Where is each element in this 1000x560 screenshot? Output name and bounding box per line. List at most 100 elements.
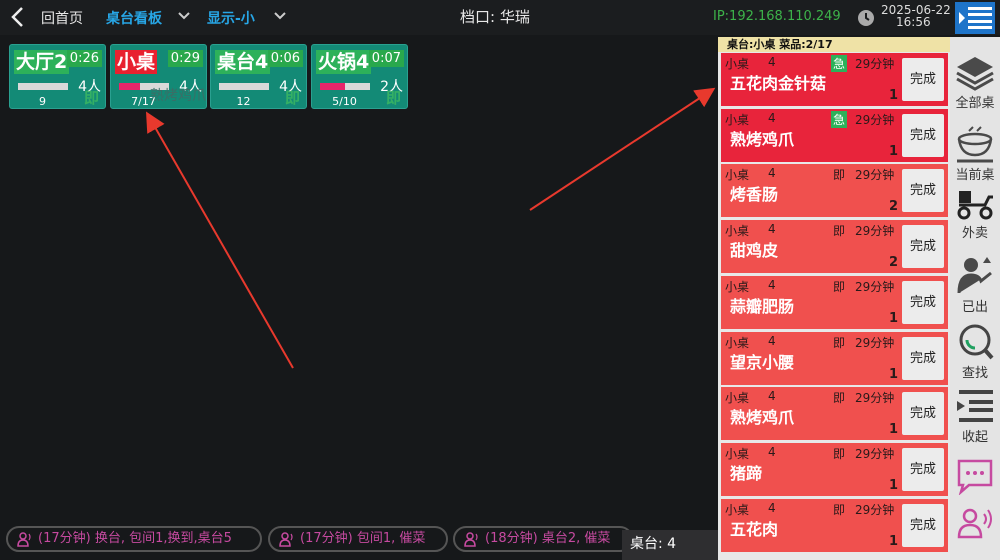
order-priority-flag: 急 <box>831 110 848 128</box>
current-table-button[interactable]: 当前桌 <box>950 125 1000 183</box>
message-chip[interactable]: (18分钟) 桌台2, 催菜 <box>453 526 633 552</box>
order-priority-flag: 即 <box>833 224 846 239</box>
order-item: 小桌 4 急 29分钟 熟烤鸡爪 1 完成 <box>721 108 948 162</box>
collapse-label: 收起 <box>961 430 988 445</box>
all-tables-button[interactable]: 全部桌 <box>950 55 1000 111</box>
order-dish-name: 望京小腰 <box>730 352 795 372</box>
order-quantity: 1 <box>889 366 899 382</box>
order-item: 小桌 4 即 29分钟 蒜瓣肥肠 1 完成 <box>721 275 948 329</box>
order-guests: 4 <box>768 389 776 404</box>
order-wait-time: 29分钟 <box>855 446 895 461</box>
order-dish-name: 烤香肠 <box>730 185 779 205</box>
order-dish-name: 熟烤鸡爪 <box>730 408 795 428</box>
order-guests: 4 <box>768 277 776 292</box>
panel-header: 桌台:小桌 菜品:2/17 <box>718 37 950 52</box>
complete-button[interactable]: 完成 <box>902 447 944 491</box>
order-guests: 4 <box>768 444 776 459</box>
order-item: 小桌 4 急 29分钟 五花肉金针菇 1 完成 <box>721 53 948 106</box>
complete-button[interactable]: 完成 <box>902 113 944 157</box>
order-priority-flag: 即 <box>833 335 846 350</box>
search-icon <box>959 324 994 360</box>
order-item: 小桌 4 即 29分钟 猪蹄 1 完成 <box>721 442 948 496</box>
order-priority-flag: 即 <box>833 502 846 517</box>
table-count: 桌台: 4 <box>622 530 718 560</box>
takeout-button[interactable]: 外卖 <box>950 187 1000 241</box>
order-quantity: 1 <box>889 422 899 438</box>
collapse-button[interactable]: 收起 <box>950 387 1000 445</box>
order-dish-name: 五花肉金针菇 <box>730 74 827 93</box>
person-voice-icon <box>464 532 478 547</box>
search-button[interactable]: 查找 <box>950 321 1000 381</box>
order-wait-time: 29分钟 <box>855 502 895 517</box>
complete-button[interactable]: 完成 <box>902 58 944 101</box>
person-voice-icon <box>17 532 31 547</box>
order-wait-time: 29分钟 <box>855 168 895 183</box>
complete-button[interactable]: 完成 <box>902 503 944 547</box>
order-item: 小桌 4 即 29分钟 甜鸡皮 2 完成 <box>721 220 948 274</box>
order-wait-time: 29分钟 <box>855 57 895 71</box>
current-table-label: 当前桌 <box>955 168 995 183</box>
collapse-list-icon <box>957 390 993 422</box>
order-wait-time: 29分钟 <box>855 391 895 406</box>
message-chip[interactable]: (17分钟) 包间1, 催菜 <box>268 526 448 552</box>
waiter-icon <box>957 257 992 294</box>
order-wait-time: 29分钟 <box>855 335 895 350</box>
message-chip[interactable]: (17分钟) 换台, 包间1,换到,桌台5 <box>6 526 262 552</box>
order-guests: 4 <box>768 110 776 125</box>
pot-icon <box>957 126 993 163</box>
order-quantity: 1 <box>889 533 899 549</box>
served-label: 已出 <box>961 300 988 315</box>
order-dish-name: 熟烤鸡爪 <box>730 129 795 149</box>
person-voice-icon <box>279 532 293 547</box>
order-dish-name: 蒜瓣肥肠 <box>730 296 795 316</box>
delivery-scooter-icon <box>957 191 993 220</box>
order-priority-flag: 即 <box>833 391 846 406</box>
chat-bubble-icon <box>957 459 993 495</box>
order-dish-name: 猪蹄 <box>730 463 763 483</box>
order-priority-flag: 即 <box>833 168 846 183</box>
complete-button[interactable]: 完成 <box>902 336 944 380</box>
order-dish-name: 甜鸡皮 <box>730 241 779 261</box>
order-guests: 4 <box>768 500 776 515</box>
order-wait-time: 29分钟 <box>855 224 895 239</box>
served-button[interactable]: 已出 <box>950 255 1000 315</box>
order-quantity: 1 <box>889 310 899 326</box>
all-tables-label: 全部桌 <box>955 96 995 111</box>
message-text: (18分钟) 桌台2, 催菜 <box>485 531 611 546</box>
complete-button[interactable]: 完成 <box>902 280 944 324</box>
order-guests: 4 <box>768 333 776 348</box>
complete-button[interactable]: 完成 <box>902 392 944 436</box>
complete-button[interactable]: 完成 <box>902 169 944 213</box>
order-panel: 桌台:小桌 菜品:2/17 小桌 4 急 29分钟 五花肉金针菇 1 完成 小桌 4 急 29分钟熟… <box>718 37 950 560</box>
message-text: (17分钟) 包间1, 催菜 <box>300 531 426 546</box>
order-guests: 4 <box>768 55 776 69</box>
order-wait-time: 29分钟 <box>855 279 895 294</box>
order-priority-flag: 急 <box>831 55 848 72</box>
order-quantity: 2 <box>889 255 899 271</box>
layers-icon <box>956 57 994 91</box>
right-sidebar: 全部桌 当前桌 外卖 已出 查找 收起 <box>950 37 1000 560</box>
complete-button[interactable]: 完成 <box>902 225 944 269</box>
order-item: 小桌 4 即 29分钟 熟烤鸡爪 1 完成 <box>721 387 948 441</box>
order-quantity: 1 <box>889 88 899 103</box>
message-button[interactable] <box>950 457 1000 495</box>
order-priority-flag: 即 <box>833 446 846 461</box>
order-priority-flag: 即 <box>833 279 846 294</box>
order-guests: 4 <box>768 166 776 181</box>
call-service-button[interactable] <box>950 505 1000 543</box>
order-item: 小桌 4 即 29分钟 五花肉 1 完成 <box>721 498 948 552</box>
order-dish-name: 五花肉 <box>730 519 779 539</box>
arrow-to-order-panel <box>529 87 716 211</box>
order-quantity: 2 <box>889 199 899 215</box>
order-item: 小桌 4 即 29分钟 烤香肠 2 完成 <box>721 164 948 218</box>
arrow-to-table-card <box>146 111 294 369</box>
order-quantity: 1 <box>889 477 899 493</box>
order-quantity: 1 <box>889 143 899 159</box>
takeout-label: 外卖 <box>961 226 988 241</box>
search-label: 查找 <box>961 366 988 381</box>
person-voice-icon <box>957 508 992 539</box>
order-wait-time: 29分钟 <box>855 112 895 127</box>
order-item: 小桌 4 即 29分钟 望京小腰 1 完成 <box>721 331 948 385</box>
message-text: (17分钟) 换台, 包间1,换到,桌台5 <box>38 531 232 546</box>
order-guests: 4 <box>768 222 776 237</box>
